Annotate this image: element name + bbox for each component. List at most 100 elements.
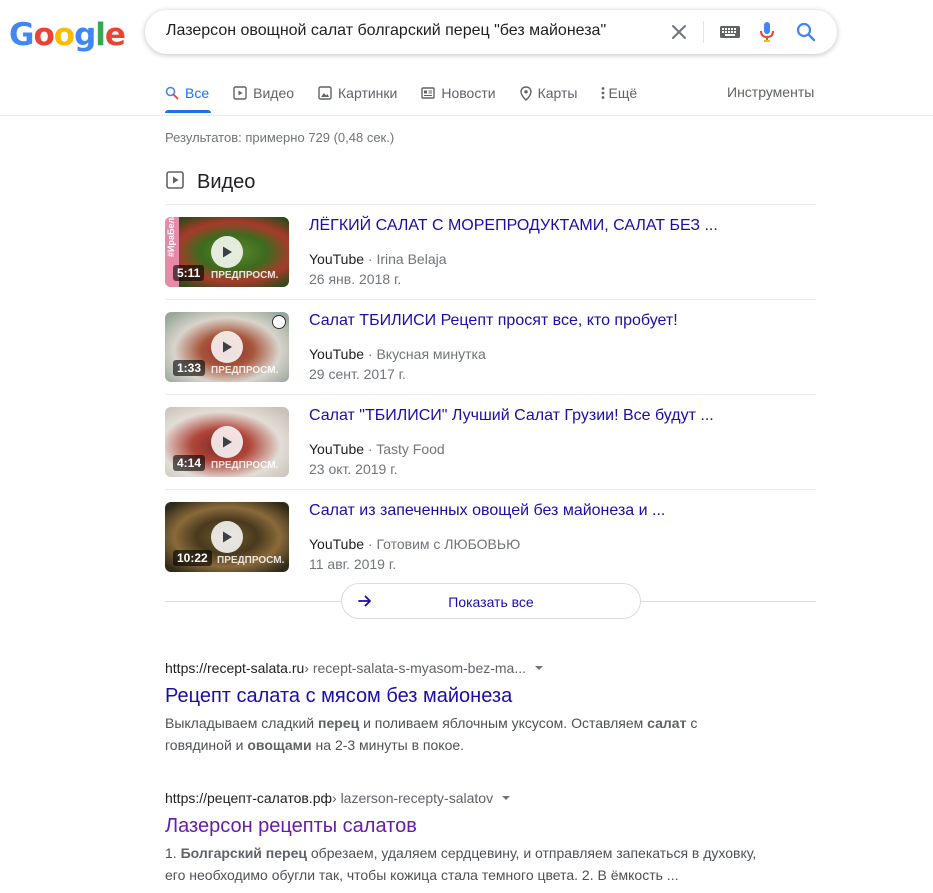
show-all-button[interactable]: Показать все bbox=[341, 583, 641, 619]
video-date: 11 авг. 2019 г. bbox=[309, 556, 397, 572]
video-source: YouTube bbox=[309, 251, 365, 267]
active-tab-indicator bbox=[165, 110, 211, 113]
video-thumbnail[interactable]: 4:14 ПРЕДПРОСМ. bbox=[165, 407, 289, 477]
tab-news[interactable]: Новости bbox=[421, 82, 496, 104]
google-logo[interactable]: Google bbox=[9, 17, 126, 53]
result-title-link[interactable]: Лазерсон рецепты салатов bbox=[165, 815, 417, 838]
play-icon bbox=[211, 331, 243, 363]
video-meta: YouTube · Tasty Food bbox=[309, 441, 445, 457]
caret-down-icon[interactable] bbox=[534, 665, 544, 671]
video-channel: Вкусная минутка bbox=[376, 346, 486, 362]
logo-letter: o bbox=[53, 17, 75, 53]
video-icon bbox=[233, 86, 247, 100]
search-divider bbox=[703, 21, 704, 43]
play-icon bbox=[211, 426, 243, 458]
tab-video[interactable]: Видео bbox=[233, 82, 294, 104]
video-duration: 1:33 bbox=[173, 360, 206, 376]
search-input[interactable]: Лазерсон овощной салат болгарский перец … bbox=[166, 22, 606, 40]
video-icon bbox=[165, 170, 185, 195]
search-result: https://recept-salata.ru › recept-salata… bbox=[165, 660, 765, 756]
tab-label: Новости bbox=[441, 85, 496, 101]
tab-label: Карты bbox=[537, 85, 578, 101]
video-item: 4:14 ПРЕДПРОСМ. Салат "ТБИЛИСИ" Лучший С… bbox=[165, 394, 816, 489]
tab-label: Картинки bbox=[338, 85, 398, 101]
video-list: #ИраБелая 5:11 ПРЕДПРОСМ. ЛЁГКИЙ САЛАТ С… bbox=[165, 204, 816, 584]
result-url-host: https://рецепт-салатов.рф bbox=[165, 790, 333, 806]
video-channel: Готовим с ЛЮБОВЬЮ bbox=[376, 536, 521, 552]
video-item: 10:22 ПРЕДПРОСМ. Салат из запеченных ово… bbox=[165, 489, 816, 584]
result-url-path: › lazerson-recepty-salatov bbox=[332, 790, 494, 806]
snippet-text: обрезаем, удаляем сердцевину, и отправля… bbox=[307, 845, 757, 861]
result-stats: Результатов: примерно 729 (0,48 сек.) bbox=[165, 130, 395, 145]
tab-images[interactable]: Картинки bbox=[318, 82, 397, 104]
result-url[interactable]: https://recept-salata.ru › recept-salata… bbox=[165, 660, 765, 676]
image-icon bbox=[318, 86, 332, 100]
play-icon bbox=[211, 236, 243, 268]
search-box[interactable]: Лазерсон овощной салат болгарский перец … bbox=[145, 10, 837, 54]
keyboard-icon[interactable] bbox=[716, 21, 744, 43]
video-thumbnail[interactable]: 1:33 ПРЕДПРОСМ. bbox=[165, 312, 289, 382]
preview-label: ПРЕДПРОСМ. bbox=[211, 365, 279, 376]
snippet-text: говядиной и bbox=[165, 737, 248, 753]
snippet-keyword: перец bbox=[318, 715, 360, 731]
header-divider bbox=[0, 115, 933, 116]
preview-label: ПРЕДПРОСМ. bbox=[211, 460, 279, 471]
more-vert-icon bbox=[601, 86, 605, 100]
search-result: https://рецепт-салатов.рф › lazerson-rec… bbox=[165, 790, 765, 886]
logo-letter: e bbox=[104, 17, 126, 53]
result-title-link[interactable]: Рецепт салата с мясом без майонеза bbox=[165, 685, 512, 708]
snippet-text: и поливаем яблочным уксусом. Оставляем bbox=[359, 715, 648, 731]
video-duration: 10:22 bbox=[173, 550, 212, 566]
preview-label: ПРЕДПРОСМ. bbox=[217, 555, 285, 566]
search-tabs: Все Видео Картинки Новости Карты Ещё bbox=[165, 82, 661, 104]
video-source: YouTube bbox=[309, 441, 365, 457]
video-duration: 4:14 bbox=[173, 455, 206, 471]
video-separator: · bbox=[364, 536, 377, 552]
video-date: 29 сент. 2017 г. bbox=[309, 366, 406, 382]
video-title-link[interactable]: Салат из запеченных овощей без майонеза … bbox=[309, 502, 665, 520]
clear-icon[interactable] bbox=[668, 21, 690, 43]
search-icon bbox=[165, 86, 179, 100]
tab-label: Все bbox=[185, 85, 210, 101]
video-thumbnail[interactable]: #ИраБелая 5:11 ПРЕДПРОСМ. bbox=[165, 217, 289, 287]
logo-letter: G bbox=[9, 17, 34, 53]
thumbnail-channel-tag: #ИраБелая bbox=[166, 217, 176, 257]
video-item: 1:33 ПРЕДПРОСМ. Салат ТБИЛИСИ Рецепт про… bbox=[165, 299, 816, 394]
result-url[interactable]: https://рецепт-салатов.рф › lazerson-rec… bbox=[165, 790, 765, 806]
video-meta: YouTube · Irina Belaja bbox=[309, 251, 447, 267]
show-all-label: Показать все bbox=[448, 594, 534, 610]
snippet-keyword: Болгарский перец bbox=[180, 845, 307, 861]
tab-more[interactable]: Ещё bbox=[601, 82, 637, 104]
result-snippet: 1. Болгарский перец обрезаем, удаляем се… bbox=[165, 842, 765, 886]
video-source: YouTube bbox=[309, 346, 365, 362]
video-meta: YouTube · Вкусная минутка bbox=[309, 346, 486, 362]
video-thumbnail[interactable]: 10:22 ПРЕДПРОСМ. bbox=[165, 502, 289, 572]
video-title-link[interactable]: ЛЁГКИЙ САЛАТ С МОРЕПРОДУКТАМИ, САЛАТ БЕЗ… bbox=[309, 217, 718, 235]
snippet-text: на 2-3 минуты в покое. bbox=[311, 737, 465, 753]
tab-maps[interactable]: Карты bbox=[519, 82, 578, 104]
play-icon bbox=[211, 521, 243, 553]
tab-label: Ещё bbox=[608, 85, 638, 101]
video-meta: YouTube · Готовим с ЛЮБОВЬЮ bbox=[309, 536, 520, 552]
tab-all[interactable]: Все bbox=[165, 82, 209, 104]
snippet-text: его необходимо обугли так, чтобы кожица … bbox=[165, 867, 679, 883]
video-separator: · bbox=[364, 251, 377, 267]
video-separator: · bbox=[364, 441, 377, 457]
microphone-icon[interactable] bbox=[756, 21, 778, 43]
logo-letter: o bbox=[33, 17, 54, 53]
video-section-title: Видео bbox=[197, 171, 256, 193]
preview-label: ПРЕДПРОСМ. bbox=[211, 270, 279, 281]
caret-down-icon[interactable] bbox=[501, 795, 511, 801]
snippet-text: с bbox=[686, 715, 698, 731]
result-snippet: Выкладываем сладкий перец и поливаем ябл… bbox=[165, 712, 765, 756]
video-section-header: Видео bbox=[165, 170, 255, 195]
video-source: YouTube bbox=[309, 536, 365, 552]
tools-button[interactable]: Инструменты bbox=[727, 84, 814, 100]
logo-letter: g bbox=[74, 17, 96, 53]
search-icon[interactable] bbox=[795, 21, 817, 43]
video-title-link[interactable]: Салат "ТБИЛИСИ" Лучший Салат Грузии! Все… bbox=[309, 407, 714, 425]
result-url-path: › recept-salata-s-myasom-bez-ma... bbox=[304, 660, 527, 676]
snippet-text: 1. bbox=[165, 845, 181, 861]
video-title-link[interactable]: Салат ТБИЛИСИ Рецепт просят все, кто про… bbox=[309, 312, 678, 330]
snippet-text: Выкладываем сладкий bbox=[165, 715, 319, 731]
